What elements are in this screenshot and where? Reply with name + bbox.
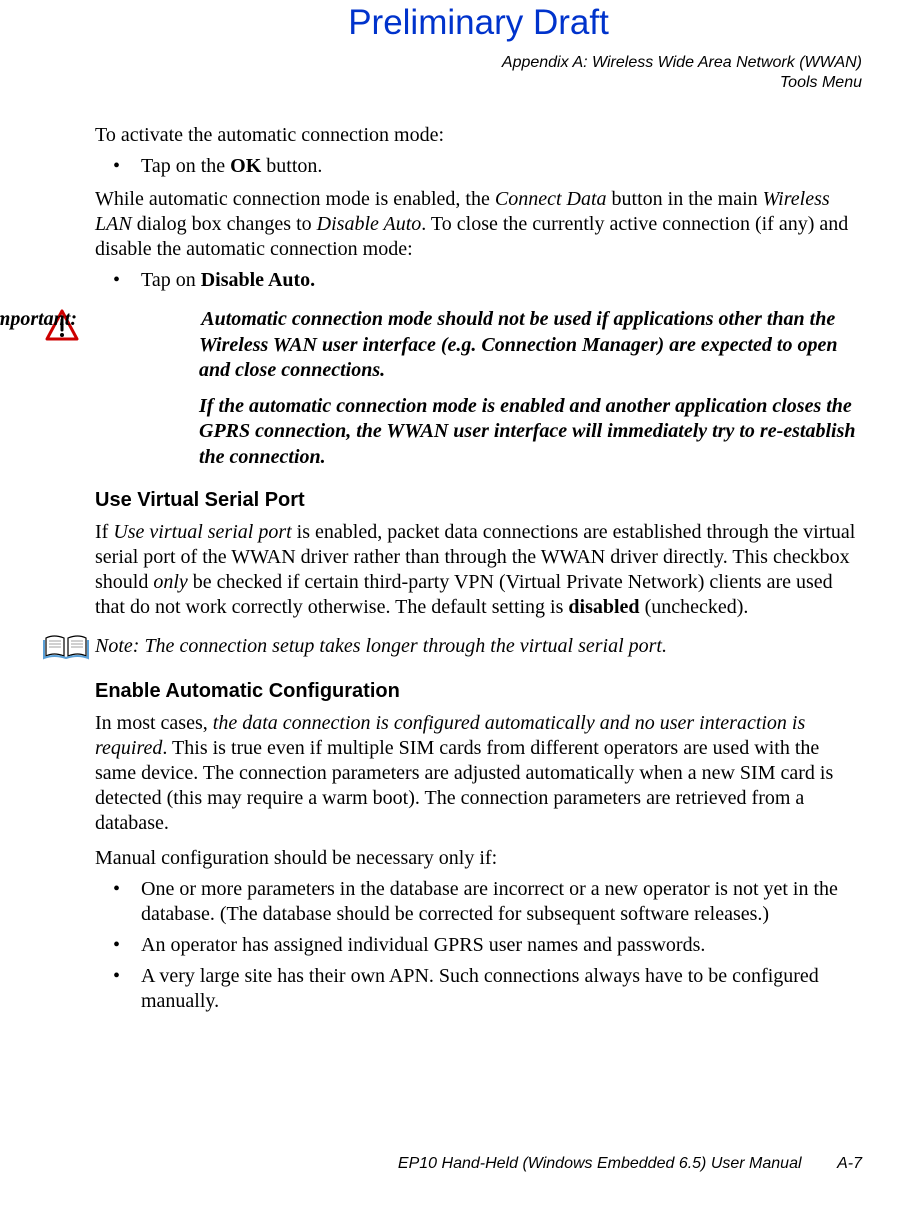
important-callout: Important: Automatic connection mode sho…: [37, 307, 862, 471]
paragraph-virtual-serial: If Use virtual serial port is enabled, p…: [95, 520, 862, 620]
bullet-list-1: Tap on the OK button.: [95, 154, 862, 179]
page-footer: EP10 Hand-Held (Windows Embedded 6.5) Us…: [398, 1155, 862, 1173]
note-label: Note:: [95, 635, 139, 657]
footer-page-number: A-7: [837, 1155, 862, 1172]
bullet-own-apn: A very large site has their own APN. Suc…: [95, 964, 862, 1014]
bullet-list-3: One or more parameters in the database a…: [95, 877, 862, 1014]
bullet-tap-disable: Tap on Disable Auto.: [95, 268, 862, 293]
bullet-db-incorrect: One or more parameters in the database a…: [95, 877, 862, 927]
note-callout: Note: The connection setup takes longer …: [37, 632, 862, 662]
subhead-virtual-serial: Use Virtual Serial Port: [95, 489, 862, 512]
running-head-line1: Appendix A: Wireless Wide Area Network (…: [502, 54, 862, 71]
paragraph-activate-intro: To activate the automatic connection mod…: [95, 123, 862, 148]
running-head-line2: Tools Menu: [780, 74, 862, 91]
important-label: Important:: [93, 307, 197, 333]
book-icon: [37, 632, 95, 662]
note-body: The connection setup takes longer throug…: [139, 635, 667, 657]
page: Preliminary Draft Appendix A: Wireless W…: [0, 3, 914, 1014]
note-text: Note: The connection setup takes longer …: [95, 632, 862, 659]
subhead-auto-config: Enable Automatic Configuration: [95, 680, 862, 703]
bullet-list-2: Tap on Disable Auto.: [95, 268, 862, 293]
important-text: Important: Automatic connection mode sho…: [87, 307, 862, 471]
bullet-operator-creds: An operator has assigned individual GPRS…: [95, 933, 862, 958]
paragraph-manual-intro: Manual configuration should be necessary…: [95, 846, 862, 871]
paragraph-auto-config: In most cases, the data connection is co…: [95, 711, 862, 836]
footer-manual-title: EP10 Hand-Held (Windows Embedded 6.5) Us…: [398, 1155, 802, 1172]
running-header: Appendix A: Wireless Wide Area Network (…: [95, 53, 862, 93]
watermark-text: Preliminary Draft: [95, 3, 862, 43]
paragraph-while-enabled: While automatic connection mode is enabl…: [95, 187, 862, 262]
bullet-tap-ok: Tap on the OK button.: [95, 154, 862, 179]
